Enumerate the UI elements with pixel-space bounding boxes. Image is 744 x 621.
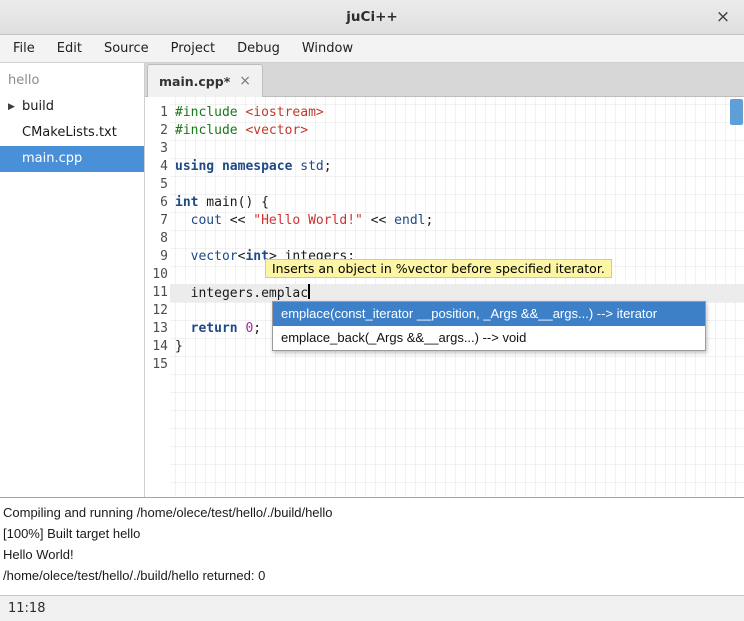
menu-item-edit[interactable]: Edit [46,35,93,62]
tree-item-cmakelists-txt[interactable]: CMakeLists.txt [0,120,144,146]
code-token [175,321,191,336]
line-number: 7 [145,212,168,230]
code-line[interactable]: #include <vector> [170,122,744,140]
tab-label: main.cpp* [159,74,230,89]
code-token: using [175,159,214,174]
tabbar: main.cpp* × [145,63,744,97]
line-number: 1 [145,104,168,122]
window-title: juCi++ [0,0,744,34]
expander-icon[interactable]: ▶ [0,94,22,120]
code-line[interactable]: int main() { [170,194,744,212]
completion-item[interactable]: emplace(const_iterator __position, _Args… [273,302,705,326]
text-cursor [308,284,310,299]
line-number: 14 [145,338,168,356]
doc-tooltip: Inserts an object in %vector before spec… [265,259,612,278]
code-token: #include [175,105,245,120]
file-tree: ▶buildCMakeLists.txtmain.cpp [0,94,144,172]
code-token: } [175,339,183,354]
code-line[interactable] [170,230,744,248]
code-token: integers.emplac [175,286,308,301]
code-token: vector [191,249,238,264]
menu-item-source[interactable]: Source [93,35,160,62]
menu-item-file[interactable]: File [2,35,46,62]
code-line[interactable]: integers.emplac [170,284,744,302]
code-token: <vector> [245,123,308,138]
line-number: 3 [145,140,168,158]
line-number: 15 [145,356,168,374]
code-token: endl [394,213,425,228]
code-token: std [300,159,323,174]
code-token: main() { [198,195,268,210]
code-line[interactable] [170,140,744,158]
main-area: hello ▶buildCMakeLists.txtmain.cpp main.… [0,63,744,497]
completion-item[interactable]: emplace_back(_Args &&__args...) --> void [273,326,705,350]
line-number: 11 [145,284,168,302]
menubar: FileEditSourceProjectDebugWindow [0,35,744,63]
tree-item-main-cpp[interactable]: main.cpp [0,146,144,172]
code-token: << [222,213,253,228]
tab-main-cpp[interactable]: main.cpp* × [147,64,263,97]
line-number: 10 [145,266,168,284]
tree-indent [0,146,22,172]
code-token: << [363,213,394,228]
code-line[interactable]: #include <iostream> [170,104,744,122]
code-token [214,159,222,174]
tree-indent [0,120,22,146]
scrollbar-thumb[interactable] [730,99,743,125]
tree-item-build[interactable]: ▶build [0,94,144,120]
terminal-line: Hello World! [3,544,744,565]
tab-close-icon[interactable]: × [239,73,251,89]
code-token: namespace [222,159,292,174]
tree-item-label: build [22,94,54,120]
line-number: 2 [145,122,168,140]
editor[interactable]: 123456789101112131415 #include <iostream… [145,97,744,497]
cursor-position: 11:18 [8,601,45,616]
code-token: #include [175,123,245,138]
terminal-line: Compiling and running /home/olece/test/h… [3,502,744,523]
titlebar: juCi++ × [0,0,744,35]
tree-item-label: CMakeLists.txt [22,120,117,146]
sidebar: hello ▶buildCMakeLists.txtmain.cpp [0,63,145,497]
code-token: return [191,321,238,336]
terminal-line: [100%] Built target hello [3,523,744,544]
code-line[interactable]: cout << "Hello World!" << endl; [170,212,744,230]
tree-item-label: main.cpp [22,146,82,172]
line-number: 6 [145,194,168,212]
code-token: int [175,195,198,210]
code-line[interactable]: using namespace std; [170,158,744,176]
line-number: 8 [145,230,168,248]
statusbar: 11:18 [0,595,744,621]
close-icon[interactable]: × [712,7,734,29]
menu-item-window[interactable]: Window [291,35,364,62]
code-token: ; [324,159,332,174]
project-root-label: hello [0,68,144,94]
completion-popup: emplace(const_iterator __position, _Args… [272,301,706,351]
code-token: cout [191,213,222,228]
line-number: 12 [145,302,168,320]
line-number: 13 [145,320,168,338]
line-number: 4 [145,158,168,176]
terminal-output[interactable]: Compiling and running /home/olece/test/h… [0,497,744,595]
code-token: <iostream> [245,105,323,120]
code-token: ; [253,321,261,336]
code-token [175,213,191,228]
menu-item-debug[interactable]: Debug [226,35,291,62]
code-line[interactable] [170,176,744,194]
code-token: ; [425,213,433,228]
editor-column: main.cpp*× 123456789101112131415 #includ… [145,63,744,497]
code-token: "Hello World!" [253,213,363,228]
line-number: 9 [145,248,168,266]
menu-item-project[interactable]: Project [160,35,226,62]
terminal-line: /home/olece/test/hello/./build/hello ret… [3,565,744,586]
line-number: 5 [145,176,168,194]
code-line[interactable] [170,356,744,374]
gutter: 123456789101112131415 [145,104,168,374]
code-token [175,249,191,264]
